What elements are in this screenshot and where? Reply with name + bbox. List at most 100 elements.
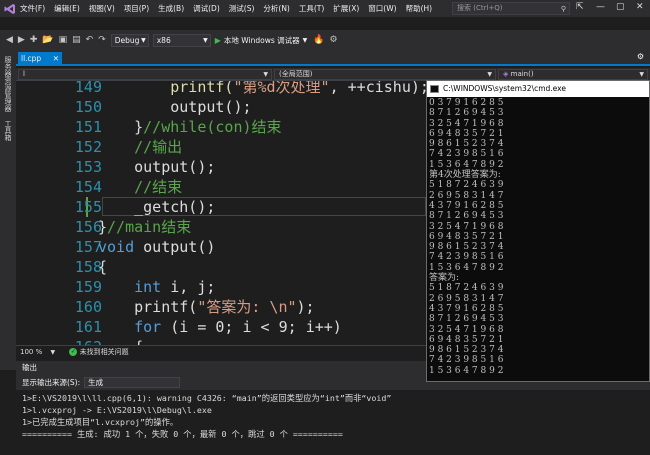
code-line: 149 printf("第%d次处理", ++cishu); bbox=[16, 81, 426, 97]
tool-icon[interactable]: ⚙ bbox=[329, 35, 337, 45]
close-tab-icon[interactable]: ✕ bbox=[53, 52, 59, 65]
minimize-icon[interactable]: — bbox=[596, 2, 605, 12]
member-dropdown[interactable]: ◈ main() ▼ bbox=[498, 69, 648, 80]
output-source-select[interactable]: 生成 bbox=[84, 377, 181, 388]
code-line: 157 void output() bbox=[16, 237, 426, 257]
maximize-icon[interactable]: ▢ bbox=[616, 2, 625, 12]
code-text: //结束 bbox=[98, 177, 182, 197]
left-dock-bar: 服务器资源管理器 工具箱 bbox=[0, 50, 16, 370]
console-window[interactable]: C:\WINDOWS\system32\cmd.exe 0 3 7 9 1 6 … bbox=[426, 80, 650, 382]
open-file-icon[interactable]: 📂 bbox=[42, 35, 53, 45]
code-text: { bbox=[98, 337, 143, 345]
code-line: 150 output(); bbox=[16, 97, 426, 117]
menu-view[interactable]: 视图(V) bbox=[89, 3, 115, 14]
code-token: i, j; bbox=[161, 278, 216, 296]
console-line: 6 9 4 8 3 5 7 2 1 bbox=[429, 128, 504, 139]
menu-tools[interactable]: 工具(T) bbox=[299, 3, 324, 14]
code-text: void output() bbox=[98, 237, 215, 257]
output-text[interactable]: 1>E:\VS2019\l\ll.cpp(6,1): warning C4326… bbox=[16, 390, 650, 455]
project-dropdown[interactable]: l ▼ bbox=[18, 69, 272, 80]
platform-select[interactable]: x86 ▼ bbox=[152, 33, 211, 47]
visual-studio-logo-icon[interactable] bbox=[0, 0, 20, 17]
code-token: //结束 bbox=[134, 178, 183, 196]
server-explorer-tab[interactable]: 服务器资源管理器 bbox=[3, 56, 13, 112]
console-title-bar[interactable]: C:\WINDOWS\system32\cmd.exe bbox=[427, 81, 649, 97]
code-line: 162 { bbox=[16, 337, 426, 345]
console-line: 7 4 2 3 9 8 5 1 6 bbox=[429, 149, 504, 160]
code-line: 155 _getch(); bbox=[16, 197, 426, 217]
hot-reload-icon[interactable]: 🔥 bbox=[313, 35, 324, 45]
line-number: 160 bbox=[74, 298, 102, 316]
undo-icon[interactable]: ↶ bbox=[86, 35, 94, 45]
toolbox-tab[interactable]: 工具箱 bbox=[3, 120, 13, 141]
code-text: output(); bbox=[98, 157, 215, 177]
close-icon[interactable]: ✕ bbox=[636, 2, 644, 12]
console-output: 0 3 7 9 1 6 2 8 58 7 1 2 6 9 4 5 33 2 5 … bbox=[427, 97, 649, 376]
menu-help[interactable]: 帮助(H) bbox=[406, 3, 433, 14]
console-line: 7 4 2 3 9 8 5 1 6 bbox=[429, 355, 504, 366]
code-text: printf("答案为: \n"); bbox=[98, 297, 315, 317]
search-icon: ⚲ bbox=[560, 5, 566, 13]
save-all-icon[interactable]: ▤ bbox=[72, 35, 81, 45]
menu-test[interactable]: 测试(S) bbox=[229, 3, 255, 14]
console-line: 6 9 4 8 3 5 7 2 1 bbox=[429, 334, 504, 345]
line-number: 155 bbox=[74, 198, 102, 216]
settings-icon[interactable]: ⚙ bbox=[637, 52, 644, 61]
save-icon[interactable]: ▣ bbox=[59, 35, 68, 45]
code-token: //while(con)结束 bbox=[143, 118, 282, 136]
back-icon[interactable]: ◀ bbox=[6, 35, 13, 45]
line-number: 153 bbox=[74, 158, 102, 176]
chevron-down-icon[interactable]: ▼ bbox=[50, 349, 55, 356]
menu-edit[interactable]: 编辑(E) bbox=[54, 3, 80, 14]
console-line: 9 8 6 1 5 2 3 7 4 bbox=[429, 139, 504, 150]
code-text: { bbox=[98, 257, 107, 277]
function-icon: ◈ bbox=[503, 70, 509, 78]
chevron-down-icon: ▼ bbox=[302, 36, 308, 44]
code-token: //main结束 bbox=[107, 218, 192, 236]
chevron-down-icon: ▼ bbox=[639, 71, 644, 78]
menu-analyze[interactable]: 分析(N) bbox=[263, 3, 289, 14]
console-line: 0 3 7 9 1 6 2 8 5 bbox=[429, 98, 504, 108]
code-token: int bbox=[134, 278, 162, 296]
new-project-icon[interactable]: ✚ bbox=[30, 35, 38, 45]
redo-icon[interactable]: ↷ bbox=[98, 35, 106, 45]
chevron-down-icon: ▼ bbox=[487, 71, 492, 78]
platform-value: x86 bbox=[156, 35, 171, 45]
code-token: ); bbox=[296, 298, 315, 316]
line-number: 149 bbox=[74, 81, 102, 96]
solution-config-select[interactable]: Debug ▼ bbox=[110, 33, 149, 47]
forward-icon[interactable]: ▶ bbox=[18, 35, 25, 45]
live-share-icon[interactable]: ⇱ bbox=[576, 2, 584, 12]
tab-ll-cpp[interactable]: ll.cpp ✕ bbox=[18, 52, 62, 66]
console-line: 4 3 7 9 1 6 2 8 5 bbox=[429, 200, 504, 211]
menu-project[interactable]: 项目(P) bbox=[124, 3, 149, 14]
scope-value: (全局范围) bbox=[279, 70, 313, 78]
code-token: //输出 bbox=[134, 138, 183, 156]
search-input[interactable]: 搜索 (Ctrl+Q) ⚲ bbox=[452, 2, 570, 15]
console-line: 5 1 8 7 2 4 6 3 9 bbox=[429, 180, 504, 191]
issues-text[interactable]: 未找到相关问题 bbox=[80, 348, 129, 356]
menu-debug[interactable]: 调试(D) bbox=[193, 3, 220, 14]
output-line: 1>已完成生成项目“l.vcxproj”的操作。 bbox=[22, 417, 179, 427]
line-number: 162 bbox=[36, 337, 102, 345]
code-token: printf( bbox=[170, 81, 234, 96]
menu-file[interactable]: 文件(F) bbox=[20, 3, 45, 14]
solution-config-value: Debug bbox=[114, 35, 140, 45]
scope-dropdown[interactable]: (全局范围) ▼ bbox=[274, 69, 496, 80]
code-token: , ++cishu); bbox=[329, 81, 426, 96]
start-debugging-button[interactable]: ▶ 本地 Windows 调试器 ▼ bbox=[215, 35, 308, 46]
code-token: output() bbox=[134, 238, 216, 256]
code-editor[interactable]: 149 printf("第%d次处理", ++cishu); 150 output… bbox=[16, 81, 426, 345]
menu-extensions[interactable]: 扩展(X) bbox=[333, 3, 359, 14]
standard-toolbar: ◀ ▶ ✚ 📂 ▣ ▤ ↶ ↷ Debug ▼ x86 ▼ ▶ 本地 Windows… bbox=[0, 30, 650, 50]
zoom-level[interactable]: 100 % bbox=[20, 348, 42, 356]
menu-build[interactable]: 生成(B) bbox=[158, 3, 184, 14]
menu-window[interactable]: 窗口(W) bbox=[368, 3, 396, 14]
chevron-down-icon: ▼ bbox=[141, 36, 146, 44]
output-line: 1>E:\VS2019\l\ll.cpp(6,1): warning C4326… bbox=[22, 393, 392, 403]
